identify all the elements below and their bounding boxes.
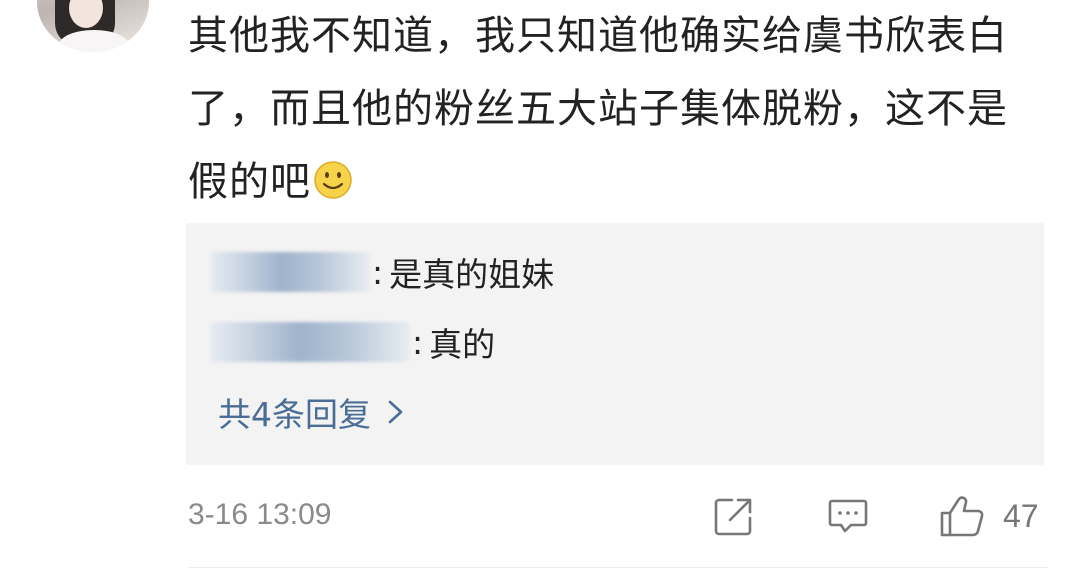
share-button[interactable] [712, 492, 756, 540]
divider [188, 567, 1048, 568]
reply-item[interactable]: : 是真的姐妹 [210, 250, 554, 294]
reply-item[interactable]: : 真的 [210, 320, 495, 364]
like-count: 47 [1003, 498, 1039, 534]
comment-button[interactable] [826, 492, 870, 540]
thumbs-up-icon [940, 496, 984, 537]
comment-text: 其他我不知道，我只知道他确实给虞书欣表白了，而且他的粉丝五大站子集体脱粉，这不是… [188, 13, 1008, 205]
user-avatar[interactable] [37, 0, 149, 52]
like-button[interactable] [938, 492, 986, 540]
avatar-collar [59, 30, 129, 52]
reply-colon: : [412, 322, 424, 362]
reply-text: 是真的姐妹 [389, 255, 555, 294]
reply-text: 真的 [429, 325, 496, 364]
blurred-username [210, 322, 410, 362]
comment-bubble-icon [828, 499, 868, 533]
smile-emoji-icon [313, 151, 353, 199]
blurred-username [210, 252, 370, 292]
share-icon [714, 498, 752, 536]
reply-colon: : [372, 252, 384, 292]
reply-count-label: 共4条回复 [218, 395, 371, 434]
chevron-right-icon [388, 400, 403, 424]
view-all-replies-link[interactable]: 共4条回复 [218, 388, 405, 436]
comment-text-block: 其他我不知道，我只知道他确实给虞书欣表白了，而且他的粉丝五大站子集体脱粉，这不是… [188, 0, 1048, 219]
comment-timestamp: 3-16 13:09 [188, 498, 332, 531]
